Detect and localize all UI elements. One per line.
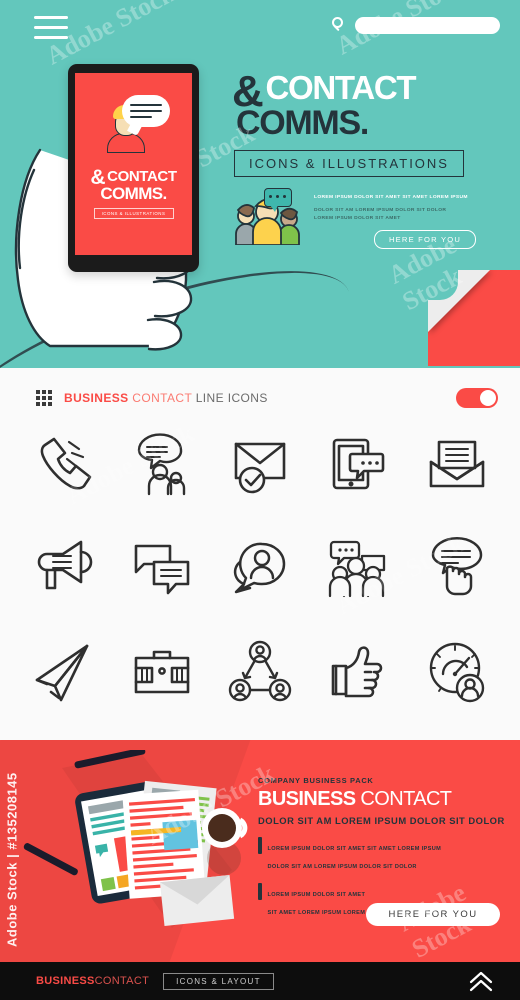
icons-heading-bold: BUSINESS: [64, 391, 129, 405]
hero-copy-line3: LOREM IPSUM DOLOR SIT AMET: [314, 216, 401, 221]
icons-heading-light: LINE ICONS: [195, 391, 268, 405]
bullet-bar: [258, 883, 262, 900]
watermark-sidebar: Adobe Stock | #135208145: [4, 772, 20, 948]
chat-people-icon[interactable]: [112, 418, 210, 510]
search-input[interactable]: [355, 17, 500, 34]
paper-plane-icon[interactable]: [14, 626, 112, 718]
footer-tag[interactable]: ICONS & LAYOUT: [163, 972, 274, 990]
banner-title-bold: BUSINESS: [258, 788, 356, 810]
desk-flatlay-illustration: [23, 750, 248, 928]
hero-title-block: &CONTACT COMMS. ICONS & ILLUSTRATIONS: [232, 69, 502, 177]
icon-grid: [14, 418, 506, 718]
hero-copy-line2: DOLOR SIT AM LOREM IPSUM DOLOR SIT DOLOR: [314, 208, 447, 213]
hero-title-line1: CONTACT: [265, 69, 416, 106]
toggle-switch[interactable]: [456, 388, 498, 408]
banner-kicker: COMPANY BUSINESS PACK: [258, 776, 374, 785]
hero-copy-line1: LOREM IPSUM DOLOR SIT AMET SIT AMET LORE…: [314, 195, 468, 200]
hamburger-icon[interactable]: [34, 16, 68, 40]
footer-brand-light: CONTACT: [94, 975, 150, 987]
page-curl-square: [428, 270, 520, 366]
thumbs-up-icon[interactable]: [309, 626, 407, 718]
network-people-icon[interactable]: [211, 626, 309, 718]
hero-cta-button[interactable]: HERE FOR YOU: [374, 230, 476, 249]
icons-section-header: BUSINESS CONTACT LINE ICONS: [36, 390, 268, 406]
people-group-icon: [232, 188, 304, 246]
chat-bubbles-icon[interactable]: [112, 522, 210, 614]
group-chat-icon[interactable]: [309, 522, 407, 614]
phone-subtitle: ICONS & ILLUSTRATIONS: [93, 208, 174, 219]
tablet-chat-icon[interactable]: [309, 418, 407, 510]
phone-speech-bubble-icon: [122, 95, 170, 127]
hero-subtitle: ICONS & ILLUSTRATIONS: [234, 150, 464, 177]
footer-bar: BUSINESSCONTACT ICONS & LAYOUT: [0, 962, 520, 1000]
banner-title-light: CONTACT: [360, 788, 452, 810]
banner-subtitle: DOLOR SIT AM LOREM IPSUM DOLOR SIT DOLOR: [258, 815, 505, 826]
chevron-double-up-icon[interactable]: [468, 970, 494, 992]
footer-brand-bold: BUSINESS: [36, 975, 95, 987]
hero-title-line2: COMMS.: [236, 104, 369, 142]
search-bar[interactable]: [332, 17, 500, 34]
banner-cta-button[interactable]: HERE FOR YOU: [366, 903, 500, 926]
phone-screen: & CONTACT COMMS. ICONS & ILLUSTRATIONS: [75, 73, 192, 255]
envelope-check-icon[interactable]: [211, 418, 309, 510]
phone-mockup: & CONTACT COMMS. ICONS & ILLUSTRATIONS: [68, 64, 199, 272]
grid-dots-icon: [36, 390, 52, 406]
people-chat-bubble-icon: [264, 188, 292, 212]
hero-info-block: LOREM IPSUM DOLOR SIT AMET SIT AMET LORE…: [232, 188, 512, 249]
icons-heading-mid: CONTACT: [132, 391, 192, 405]
list-item: LOREM IPSUM DOLOR SIT AMET SIT AMET LORE…: [258, 837, 508, 873]
hand-bubble-icon[interactable]: [408, 522, 506, 614]
person-bubble-icon[interactable]: [211, 522, 309, 614]
gauge-person-icon[interactable]: [408, 626, 506, 718]
phone-ringing-icon[interactable]: [14, 418, 112, 510]
hero-section: & CONTACT COMMS. ICONS & ILLUSTRATIONS &C…: [0, 0, 520, 368]
megaphone-icon[interactable]: [14, 522, 112, 614]
phone-title: & CONTACT COMMS. ICONS & ILLUSTRATIONS: [75, 167, 192, 219]
briefcase-icon[interactable]: [112, 626, 210, 718]
icons-section: BUSINESS CONTACT LINE ICONS: [0, 368, 520, 740]
toggle-knob: [480, 390, 496, 406]
open-envelope-icon[interactable]: [408, 418, 506, 510]
promo-banner: COMPANY BUSINESS PACK BUSINESS CONTACT D…: [0, 740, 520, 962]
search-icon: [332, 17, 349, 34]
bullet-bar: [258, 837, 262, 854]
